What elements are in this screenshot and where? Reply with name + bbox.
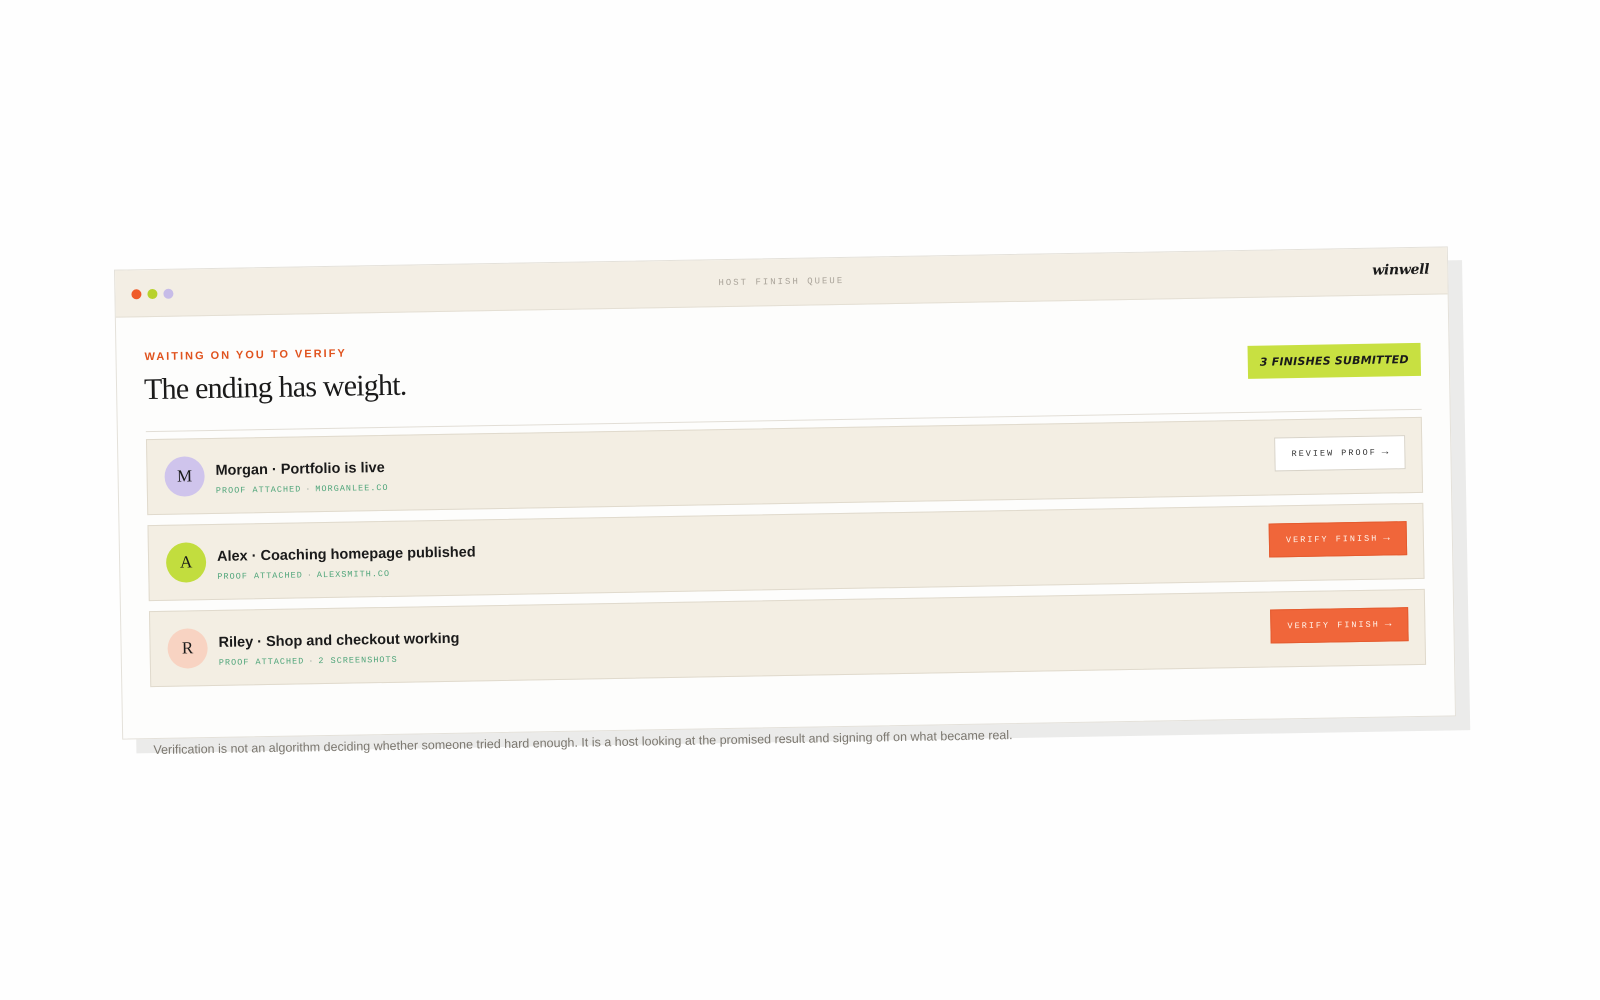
arrow-right-icon: → <box>1383 532 1390 545</box>
window-wrap: HOST FINISH QUEUE winwell WAITING ON YOU… <box>114 246 1471 757</box>
proof-status: PROOF ATTACHED <box>215 484 302 496</box>
avatar: R <box>167 628 208 669</box>
button-label: REVIEW PROOF <box>1291 447 1377 460</box>
proof-detail: MORGANLEE.CO <box>315 482 389 495</box>
brand-logo: winwell <box>1372 261 1430 279</box>
row-meta: PROOF ATTACHED · MORGANLEE.CO <box>216 483 389 496</box>
meta-separator: · <box>306 570 313 581</box>
page-title: The ending has weight. <box>143 368 407 407</box>
meta-separator: · <box>305 484 312 495</box>
verify-finish-button[interactable]: VERIFY FINISH → <box>1268 521 1408 558</box>
finishes-count-badge: 3 FINISHES SUBMITTED <box>1247 342 1422 379</box>
avatar: M <box>164 456 205 497</box>
queue-row: R Riley · Shop and checkout working PROO… <box>148 588 1427 688</box>
stage: HOST FINISH QUEUE winwell WAITING ON YOU… <box>0 0 1600 1000</box>
proof-detail: 2 SCREENSHOTS <box>318 654 398 667</box>
row-meta: PROOF ATTACHED · ALEXSMITH.CO <box>217 569 390 582</box>
review-proof-button[interactable]: REVIEW PROOF → <box>1274 435 1406 472</box>
window-title: HOST FINISH QUEUE <box>718 275 845 289</box>
proof-status: PROOF ATTACHED <box>218 656 305 668</box>
proof-detail: ALEXSMITH.CO <box>316 568 391 581</box>
eyebrow-label: WAITING ON YOU TO VERIFY <box>144 347 347 364</box>
arrow-right-icon: → <box>1384 618 1392 631</box>
meta-separator: · <box>308 656 315 667</box>
button-label: VERIFY FINISH <box>1285 533 1379 546</box>
titlebar: HOST FINISH QUEUE winwell <box>115 247 1448 318</box>
arrow-right-icon: → <box>1381 446 1389 459</box>
button-label: VERIFY FINISH <box>1287 619 1380 632</box>
verify-finish-button[interactable]: VERIFY FINISH → <box>1270 607 1409 644</box>
row-meta: PROOF ATTACHED · 2 SCREENSHOTS <box>219 655 398 668</box>
row-title: Alex · Coaching homepage published <box>216 544 476 565</box>
queue-row: M Morgan · Portfolio is live PROOF ATTAC… <box>145 416 1424 516</box>
avatar: A <box>165 542 207 583</box>
proof-status: PROOF ATTACHED <box>217 570 303 582</box>
row-title: Riley · Shop and checkout working <box>218 630 460 651</box>
row-title: Morgan · Portfolio is live <box>215 459 385 479</box>
queue-row: A Alex · Coaching homepage published PRO… <box>147 502 1425 602</box>
finish-queue-list: M Morgan · Portfolio is live PROOF ATTAC… <box>145 416 1427 697</box>
app-window: HOST FINISH QUEUE winwell WAITING ON YOU… <box>114 246 1456 757</box>
